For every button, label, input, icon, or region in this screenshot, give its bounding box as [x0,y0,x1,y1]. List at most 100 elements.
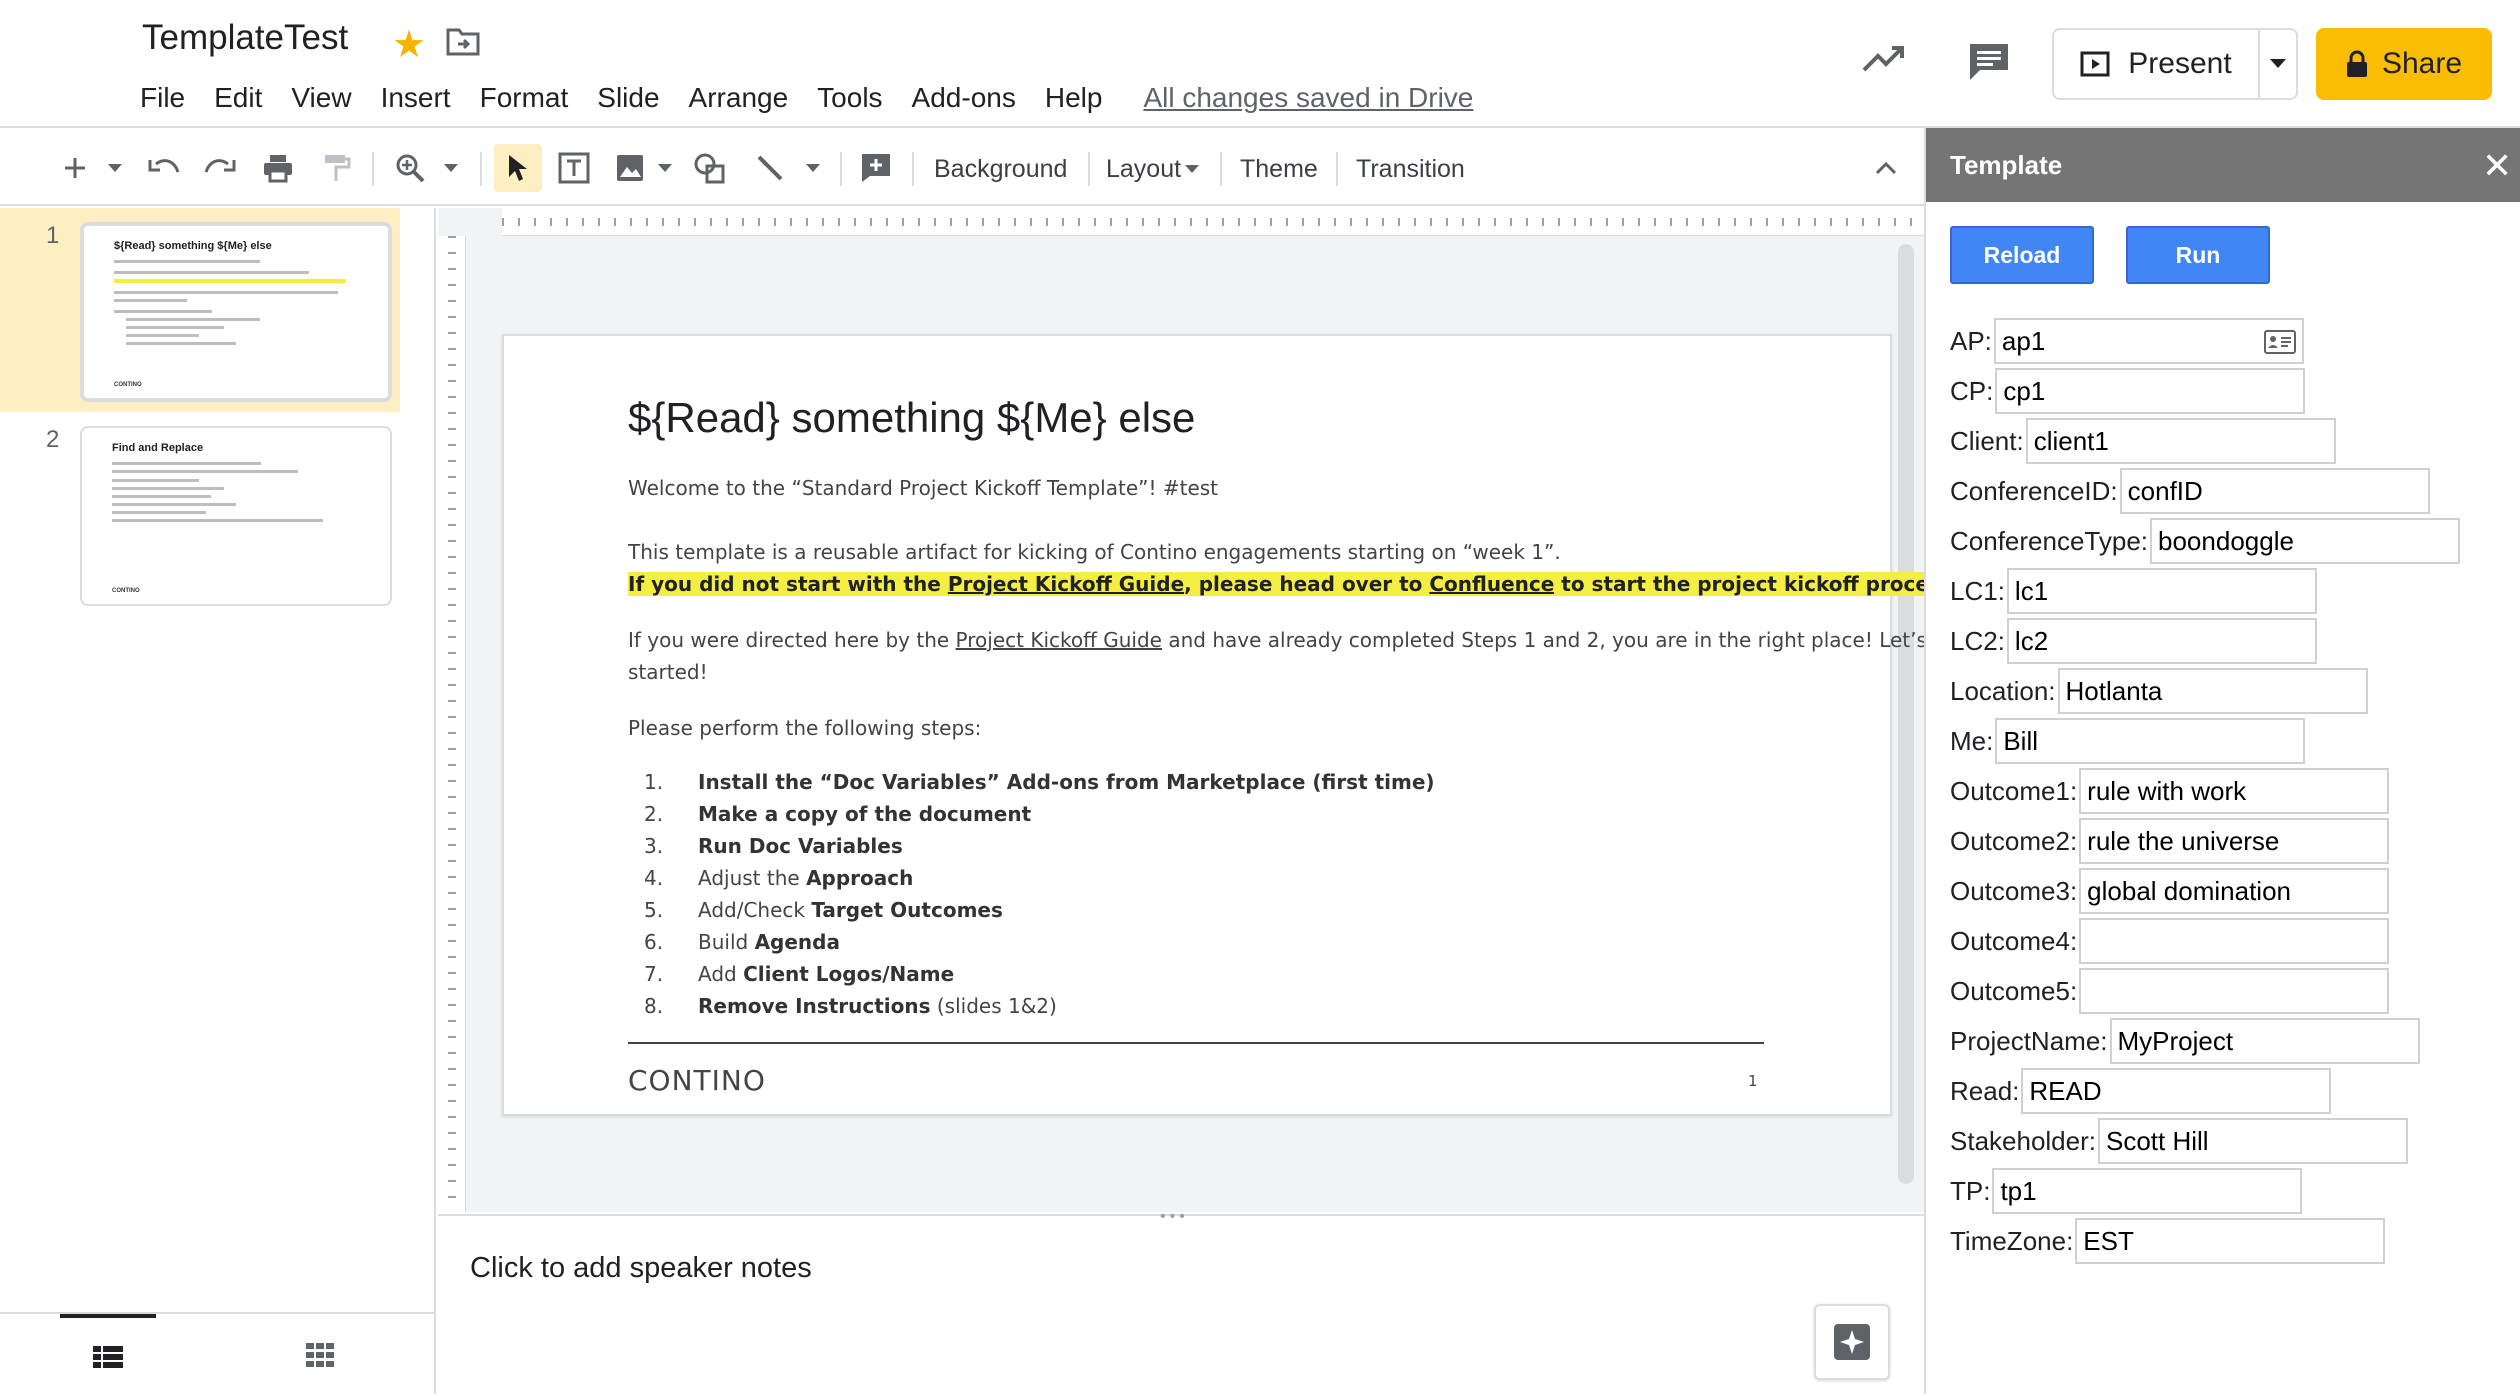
step-bold-text: Install the “Doc Variables” Add-ons from… [698,770,1435,794]
variable-input[interactable]: Bill [1995,718,2306,764]
variable-input[interactable] [2079,918,2390,964]
variable-input[interactable] [2079,968,2390,1014]
menu-slide[interactable]: Slide [597,82,659,114]
line-dropdown[interactable] [800,144,826,192]
variable-input[interactable]: cp1 [1995,368,2306,414]
folder-move-icon[interactable] [446,26,480,56]
layout-button[interactable]: Layout [1106,148,1200,190]
contact-card-icon[interactable] [2263,330,2296,354]
caret-down-icon [444,164,458,172]
star-icon[interactable]: ★ [392,22,426,67]
step-bold-text: Remove Instructions [698,994,931,1018]
insert-comment-button[interactable] [854,144,898,192]
image-button[interactable] [608,144,652,192]
collapse-toolbar-button[interactable] [1868,144,1904,192]
variable-input[interactable]: rule with work [2079,768,2390,814]
variable-input[interactable]: ap1 [1993,318,2304,364]
slide-directed-text: If you were directed here by the Project… [628,628,1924,652]
variable-input[interactable]: lc2 [2006,618,2317,664]
menu-format[interactable]: Format [480,82,569,114]
menu-addons[interactable]: Add-ons [912,82,1016,114]
step-plain-text: Add/Check [698,898,812,922]
variable-input[interactable]: MyProject [2109,1018,2420,1064]
variable-label: Me: [1950,725,1994,756]
thumbnail-text-line [126,334,200,337]
variable-row: ProjectName: MyProject [1950,1016,2460,1066]
step-number: 8. [644,994,664,1018]
variable-input[interactable]: rule the universe [2079,818,2390,864]
menu-file[interactable]: File [140,82,185,114]
step-text: Install the “Doc Variables” Add-ons from… [698,770,1435,794]
variable-input[interactable]: client1 [2025,418,2336,464]
menu-edit[interactable]: Edit [214,82,262,114]
variable-row: Outcome4: [1950,916,2460,966]
saved-status-link[interactable]: All changes saved in Drive [1143,82,1473,114]
variable-input[interactable]: lc1 [2006,568,2317,614]
zoom-button[interactable] [388,144,432,192]
text-box-button[interactable] [552,144,596,192]
menu-view[interactable]: View [291,82,351,114]
thumbnail-text-line [112,511,207,514]
step-plain-text: Build [698,930,755,954]
variable-input[interactable]: EST [2075,1218,2386,1264]
step-bold-text: Client Logos/Name [743,962,955,986]
select-tool-button[interactable] [494,144,542,192]
variable-input[interactable]: Hotlanta [2057,668,2368,714]
menu-arrange[interactable]: Arrange [689,82,789,114]
canvas-scrollbar[interactable] [1898,244,1914,1184]
redo-button[interactable] [198,144,242,192]
new-slide-button[interactable] [52,144,98,192]
menu-insert[interactable]: Insert [381,82,451,114]
new-slide-dropdown[interactable] [100,144,130,192]
undo-button[interactable] [142,144,186,192]
slide-highlight-text: If you did not start with the Project Ki… [628,572,1924,596]
theme-button[interactable]: Theme [1240,148,1318,190]
contino-logo: CONTINO [628,1064,766,1097]
list-view-button[interactable] [60,1314,156,1396]
variable-input[interactable]: confID [2119,468,2430,514]
slide-thumbnail-2[interactable]: Find and Replace CONTINO [80,426,392,606]
project-kickoff-guide-link[interactable]: Project Kickoff Guide [947,572,1185,596]
present-button[interactable]: Present [2052,28,2260,100]
menu-tools[interactable]: Tools [817,82,882,114]
share-button[interactable]: Share [2316,28,2492,100]
variable-input[interactable]: READ [2021,1068,2332,1114]
paint-format-button[interactable] [314,144,358,192]
slide-title[interactable]: ${Read} something ${Me} else [628,394,1195,442]
image-dropdown[interactable] [652,144,678,192]
list-view-icon [93,1346,123,1368]
variable-input[interactable]: Scott Hill [2097,1118,2408,1164]
shape-button[interactable] [688,144,732,192]
menu-help[interactable]: Help [1045,82,1103,114]
print-button[interactable] [256,144,300,192]
run-button[interactable]: Run [2126,226,2270,284]
line-button[interactable] [748,144,792,192]
comment-icon[interactable] [1966,40,2012,82]
notes-resize-handle[interactable]: ••• [1160,1208,1189,1226]
transition-button[interactable]: Transition [1356,148,1465,190]
background-button[interactable]: Background [934,148,1067,190]
variable-input[interactable]: tp1 [1992,1168,2303,1214]
present-options-dropdown[interactable] [2258,28,2298,100]
trending-icon[interactable] [1860,42,1908,76]
slide-footer-divider [628,1042,1764,1044]
confluence-link[interactable]: Confluence [1429,572,1555,596]
speaker-notes-input[interactable]: Click to add speaker notes [470,1252,812,1285]
variable-label: LC1: [1950,575,2005,606]
variable-label: Outcome1: [1950,775,2078,806]
highlight-part: If you did not start with the [628,572,948,596]
slide-thumbnail-1[interactable]: ${Read} something ${Me} else CONTINO [80,222,392,402]
variable-input[interactable]: global domination [2079,868,2390,914]
sidebar-header: Template ✕ [1926,128,2520,202]
document-title[interactable]: TemplateTest [142,18,348,58]
zoom-dropdown[interactable] [436,144,466,192]
project-kickoff-guide-link[interactable]: Project Kickoff Guide [956,628,1162,652]
close-icon[interactable]: ✕ [2482,148,2512,184]
slide-number: 1 [46,222,60,249]
explore-button[interactable] [1814,1304,1890,1380]
variable-input[interactable]: boondoggle [2150,518,2461,564]
reload-button[interactable]: Reload [1950,226,2094,284]
current-slide[interactable]: ${Read} something ${Me} else Welcome to … [502,334,1924,1116]
grid-view-button[interactable] [272,1314,368,1396]
slide-number: 2 [46,426,60,453]
